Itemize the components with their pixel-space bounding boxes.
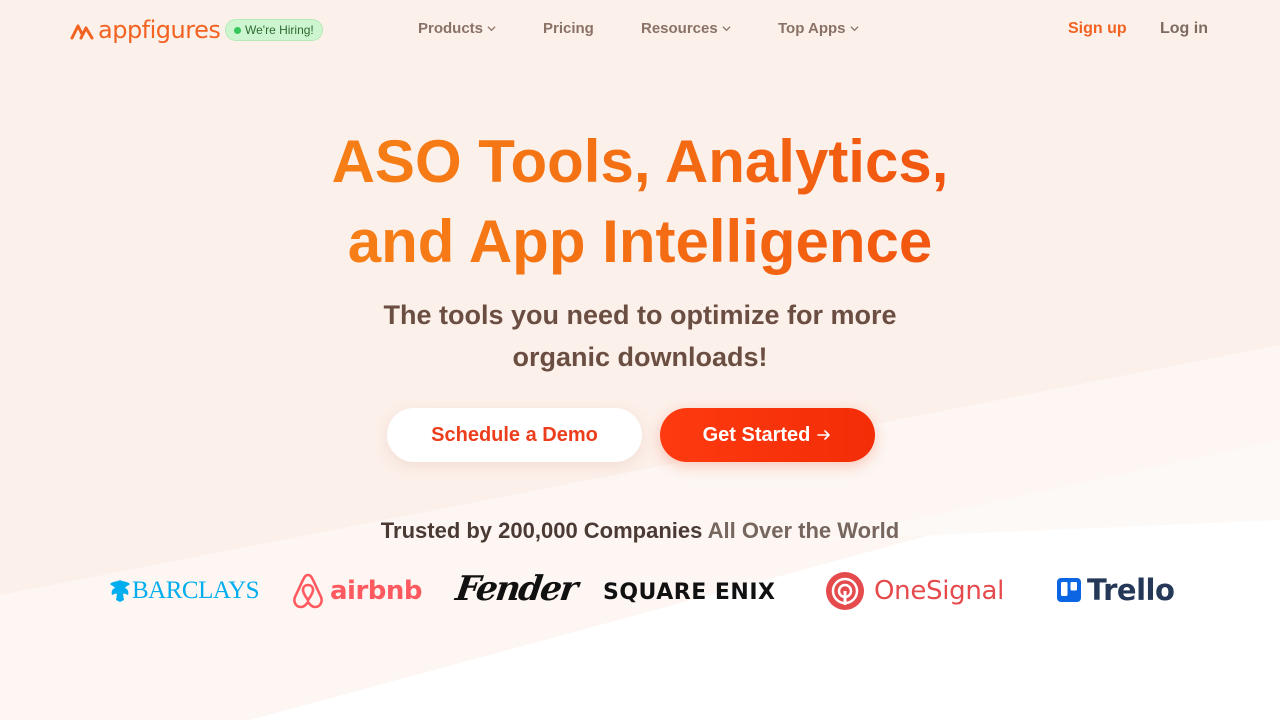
fender-wordmark: Fender: [453, 569, 579, 609]
trello-board-icon: [1057, 578, 1081, 602]
trusted-by-bold: Trusted by 200,000 Companies: [380, 518, 703, 543]
airbnb-logo: airbnb: [290, 571, 423, 611]
nav-item-pricing[interactable]: Pricing: [543, 20, 594, 37]
barclays-logo: BARCLAYS: [108, 577, 260, 605]
onesignal-logo: OneSignal: [824, 571, 1004, 611]
hero-subtitle-line-1: The tools you need to optimize for more: [383, 300, 897, 330]
nav-item-top-apps[interactable]: Top Apps: [778, 20, 859, 37]
arrow-right-icon: [817, 430, 831, 440]
airbnb-wordmark: airbnb: [330, 576, 423, 606]
onesignal-icon: [826, 572, 864, 610]
customer-logos: BARCLAYS airbnb Fender SQUARE ENIX OneSi…: [0, 565, 1280, 615]
square-enix-wordmark: SQUARE ENIX: [603, 580, 776, 605]
hero-title-line-2: and App Intelligence: [347, 208, 933, 275]
top-navigation: appfigures We're Hiring! Products Pricin…: [0, 0, 1280, 60]
nav-item-label: Resources: [641, 20, 718, 37]
chevron-down-icon: [849, 26, 859, 32]
get-started-label: Get Started: [702, 423, 811, 446]
square-enix-logo: SQUARE ENIX: [603, 580, 775, 605]
appfigures-logo-icon: [70, 24, 94, 40]
hiring-badge-label: We're Hiring!: [245, 23, 314, 37]
barclays-eagle-icon: [110, 580, 130, 602]
barclays-wordmark: BARCLAYS: [132, 577, 260, 604]
hero-subtitle-line-2: organic downloads!: [512, 342, 768, 372]
trello-logo: Trello: [1057, 573, 1175, 607]
status-dot-icon: [234, 26, 241, 34]
chevron-down-icon: [487, 26, 496, 32]
logo-text: appfigures: [98, 16, 221, 44]
schedule-demo-label: Schedule a Demo: [431, 423, 598, 446]
nav-item-resources[interactable]: Resources: [641, 20, 731, 37]
log-in-link[interactable]: Log in: [1160, 20, 1208, 38]
hero-subtitle: The tools you need to optimize for more …: [300, 294, 980, 378]
schedule-demo-button[interactable]: Schedule a Demo: [387, 408, 642, 462]
nav-item-label: Products: [418, 20, 484, 37]
get-started-button[interactable]: Get Started: [660, 408, 875, 462]
hiring-badge[interactable]: We're Hiring!: [225, 19, 323, 41]
hero-title-line-1: ASO Tools, Analytics,: [331, 128, 949, 195]
trusted-by-heading: Trusted by 200,000 Companies All Over th…: [290, 518, 990, 544]
airbnb-belo-icon: [293, 573, 323, 609]
hero-title: ASO Tools, Analytics, and App Intelligen…: [240, 122, 1040, 282]
nav-item-label: Pricing: [543, 20, 594, 37]
appfigures-logo[interactable]: appfigures: [70, 16, 221, 44]
chevron-down-icon: [722, 26, 731, 32]
sign-up-link[interactable]: Sign up: [1068, 20, 1127, 38]
nav-item-products[interactable]: Products: [418, 20, 496, 37]
onesignal-wordmark: OneSignal: [874, 576, 1005, 606]
trusted-by-rest: All Over the World: [707, 518, 900, 543]
nav-item-label: Top Apps: [778, 20, 846, 37]
fender-logo: Fender: [453, 569, 579, 609]
trello-wordmark: Trello: [1087, 573, 1175, 607]
